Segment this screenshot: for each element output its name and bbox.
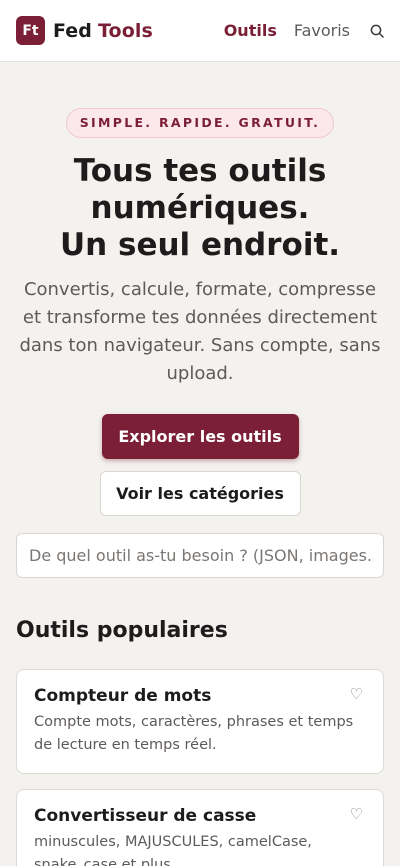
hero-title: Tous tes outils numériques. Un seul endr… xyxy=(0,153,400,264)
view-categories-button[interactable]: Voir les catégories xyxy=(99,471,301,516)
hero-title-line: Un seul endroit. xyxy=(59,227,341,263)
tool-card[interactable]: Convertisseur de casse minuscules, MAJUS… xyxy=(16,789,384,866)
hero-title-line: numériques. xyxy=(90,190,310,226)
heart-outline-icon[interactable]: ♡ xyxy=(350,807,363,822)
search-icon[interactable] xyxy=(370,24,384,38)
brand-name[interactable]: Fed Tools xyxy=(53,20,153,42)
tool-search-input[interactable] xyxy=(29,546,371,565)
app-header: Ft Fed Tools Outils Favoris xyxy=(0,0,400,62)
tool-card[interactable]: Compteur de mots Compte mots, caractères… xyxy=(16,669,384,774)
tool-card-title: Convertisseur de casse xyxy=(34,806,257,826)
logo-badge[interactable]: Ft xyxy=(16,16,45,45)
tool-card-description: Compte mots, caractères, phrases et temp… xyxy=(34,714,354,753)
hero-title-line: Tous tes outils xyxy=(73,153,327,189)
brand-second: Tools xyxy=(98,19,153,42)
tagline-badge: SIMPLE. RAPIDE. GRATUIT. xyxy=(65,108,335,138)
main-nav: Outils Favoris xyxy=(224,21,384,40)
brand-first: Fed xyxy=(53,19,92,42)
hero-subtitle: Convertis, calcule, formate, compresse e… xyxy=(19,279,381,384)
heart-outline-icon[interactable]: ♡ xyxy=(350,687,363,702)
nav-favoris[interactable]: Favoris xyxy=(294,21,350,40)
popular-tools-title: Outils populaires xyxy=(16,618,228,643)
hero-section: SIMPLE. RAPIDE. GRATUIT. Tous tes outils… xyxy=(0,62,400,516)
tool-card-title: Compteur de mots xyxy=(34,686,212,706)
nav-outils[interactable]: Outils xyxy=(224,21,277,40)
explore-tools-button[interactable]: Explorer les outils xyxy=(101,414,299,459)
tool-search xyxy=(16,533,384,578)
tool-card-description: minuscules, MAJUSCULES, camelCase, snake… xyxy=(34,834,312,866)
